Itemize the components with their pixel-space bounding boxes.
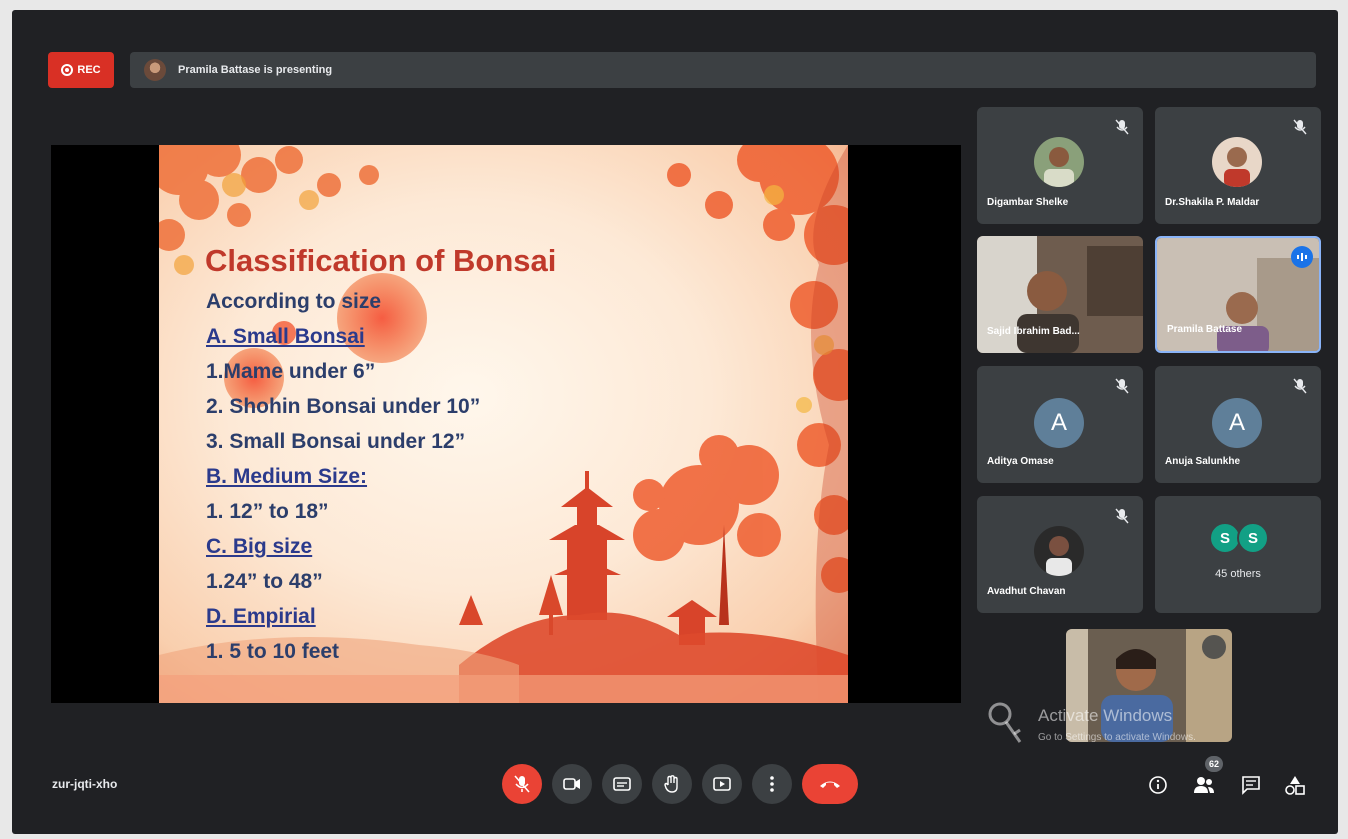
more-options-button[interactable] [752,764,792,804]
presenter-avatar [144,59,166,81]
raise-hand-button[interactable] [652,764,692,804]
presenting-text: Pramila Battase is presenting [178,64,333,76]
record-icon [61,64,74,76]
camera-toggle-button[interactable] [552,764,592,804]
presentation-slide: Classification of Bonsai According to si… [159,145,848,703]
recording-indicator[interactable]: REC [48,52,114,88]
slide-line: B. Medium Size: [206,465,368,488]
slide-line: 1. 5 to 10 feet [206,640,340,663]
slide-line: 3. Small Bonsai under 12” [206,430,466,453]
meeting-code: zur-jqti-xho [52,777,118,791]
meeting-details-button[interactable] [1143,770,1173,800]
participant-name: Digambar Shelke [987,197,1069,208]
avatar [1034,137,1084,187]
participant-name: Pramila Battase [1167,324,1243,335]
participant-tile[interactable]: Dr.Shakila P. Maldar [1155,107,1321,224]
slide-line: 2. Shohin Bonsai under 10” [206,395,481,418]
slide-line: 1.Mame under 6” [206,360,376,383]
rec-label: REC [77,64,101,76]
participant-video-tile[interactable]: Pramila Battase [1155,236,1321,353]
participant-tile[interactable]: A Anuja Salunkhe [1155,366,1321,483]
presenting-banner: Pramila Battase is presenting [130,52,1316,88]
more-options-icon[interactable] [1202,635,1226,659]
others-count: 45 others [1215,568,1261,580]
participant-tile[interactable]: Avadhut Chavan [977,496,1143,613]
avatar: S [1237,522,1269,554]
people-button[interactable] [1189,770,1219,800]
chat-button[interactable] [1236,770,1266,800]
captions-icon [613,777,631,791]
people-icon [1194,777,1214,793]
present-screen-button[interactable] [702,764,742,804]
activities-icon [1285,776,1305,795]
others-avatars: S S [1209,522,1269,554]
slide-line: 1.24” to 48” [206,570,323,593]
activate-windows-watermark: Activate Windows Go to Settings to activ… [986,700,1306,750]
participant-name: Dr.Shakila P. Maldar [1165,197,1260,208]
participant-name: Sajid Ibrahim Bad... [987,326,1080,337]
participant-name: Anuja Salunkhe [1165,456,1241,467]
participant-video-tile[interactable]: Sajid Ibrahim Bad... [977,236,1143,353]
avatar: A [1034,398,1084,448]
more-vertical-icon [770,776,774,792]
slide-line: D. Empirial [206,605,316,628]
slide-line: 1. 12” to 18” [206,500,329,523]
avatar: A [1212,398,1262,448]
present-icon [713,777,731,791]
slide-line: C. Big size [206,535,313,558]
slide-title: Classification of Bonsai [205,243,557,278]
slide-line: A. Small Bonsai [206,325,365,348]
leave-call-button[interactable] [802,764,858,804]
mic-off-icon [1115,508,1129,524]
info-icon [1149,776,1167,794]
key-icon [988,702,1022,743]
mic-off-icon [1115,378,1129,394]
mic-off-icon [514,775,530,793]
participant-name: Aditya Omase [987,456,1054,467]
slide-line: According to size [206,290,382,313]
avatar [1034,526,1084,576]
others-tile[interactable]: S S 45 others [1155,496,1321,613]
mic-off-icon [1115,119,1129,135]
speaking-indicator-icon [1291,246,1313,268]
watermark-subtitle: Go to Settings to activate Windows. [1038,732,1196,743]
top-bar: REC Pramila Battase is presenting [48,52,1316,88]
activities-button[interactable] [1280,770,1310,800]
hand-icon [664,775,678,793]
participant-tile[interactable]: A Aditya Omase [977,366,1143,483]
mic-toggle-button[interactable] [502,764,542,804]
avatar [1212,137,1262,187]
phone-hangup-icon [820,781,840,788]
participant-name: Avadhut Chavan [987,586,1066,597]
watermark-title: Activate Windows [1038,706,1173,725]
mic-off-icon [1293,119,1307,135]
mic-off-icon [1293,378,1307,394]
captions-button[interactable] [602,764,642,804]
camera-icon [563,778,580,790]
participant-tile[interactable]: Digambar Shelke [977,107,1143,224]
chat-icon [1242,776,1260,795]
participant-count-badge: 62 [1205,756,1223,772]
